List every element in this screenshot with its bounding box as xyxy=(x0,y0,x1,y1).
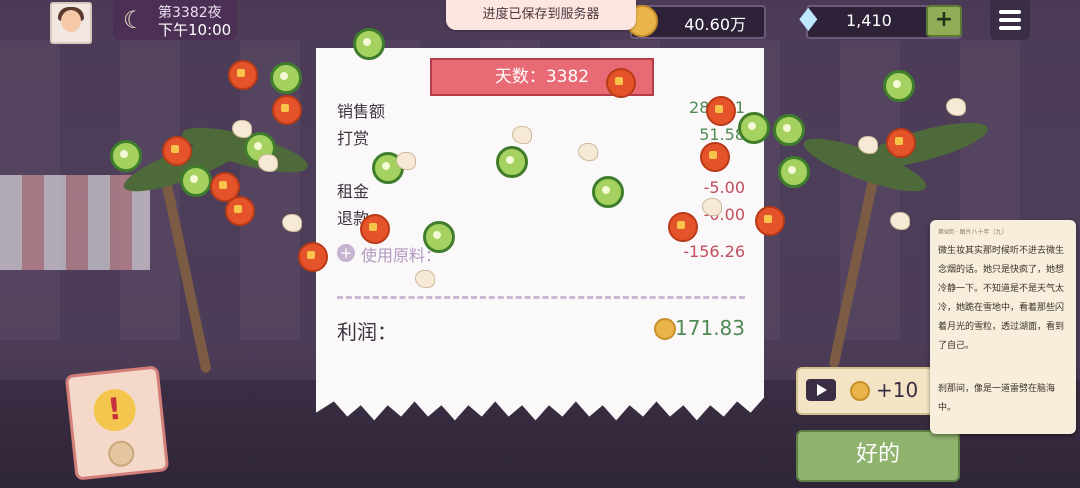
pepper-slice xyxy=(738,112,770,144)
tomato-slice xyxy=(272,95,302,125)
profit-value: 171.83 xyxy=(675,316,745,340)
coin-balance: 40.60万 xyxy=(626,5,766,39)
garlic-clove xyxy=(858,136,878,154)
tips-label: 打赏 xyxy=(337,129,370,148)
alert-card[interactable]: ! xyxy=(64,365,170,481)
garlic-clove xyxy=(396,152,416,170)
story-header: 第9回 · 图片八十年（九） xyxy=(938,229,1008,236)
tomato-slice xyxy=(228,60,258,90)
tips-row: 打赏 51.58 xyxy=(337,125,745,148)
add-gems-button[interactable]: + xyxy=(926,5,962,37)
garlic-clove xyxy=(258,154,278,172)
garlic-clove xyxy=(946,98,966,116)
tomato-slice xyxy=(706,96,736,126)
pepper-slice xyxy=(270,62,302,94)
tomato-slice xyxy=(225,196,255,226)
avatar-face xyxy=(61,10,81,32)
expand-plus-icon[interactable]: + xyxy=(337,244,355,262)
play-video-icon xyxy=(806,379,836,401)
garlic-clove xyxy=(890,212,910,230)
pepper-slice xyxy=(883,70,915,102)
moon-icon: ☾ xyxy=(123,6,145,34)
menu-icon-bar xyxy=(999,10,1021,14)
game-time: 下午10:00 xyxy=(158,21,232,39)
menu-icon-bar xyxy=(999,18,1021,22)
profit-label: 利润： xyxy=(337,320,397,344)
pepper-slice xyxy=(353,28,385,60)
receipt-divider xyxy=(337,296,745,299)
pepper-slice xyxy=(592,176,624,208)
tomato-slice xyxy=(360,214,390,244)
rent-value: -5.00 xyxy=(703,178,745,197)
coin-icon xyxy=(850,381,870,401)
menu-button[interactable] xyxy=(990,0,1030,40)
menu-icon-bar xyxy=(999,26,1021,30)
garlic-clove xyxy=(578,143,598,161)
card-knob xyxy=(106,439,136,469)
pepper-slice xyxy=(496,146,528,178)
rent-label: 租金 xyxy=(337,182,370,201)
ingredients-value: -156.26 xyxy=(683,242,745,261)
pepper-slice xyxy=(773,114,805,146)
coin-icon xyxy=(654,318,676,340)
player-avatar[interactable] xyxy=(50,2,92,44)
garlic-clove xyxy=(282,214,302,232)
pepper-slice xyxy=(110,140,142,172)
tomato-slice xyxy=(886,128,916,158)
tomato-slice xyxy=(606,68,636,98)
tomato-slice xyxy=(162,136,192,166)
ad-reward-amount: +10 xyxy=(876,378,919,402)
garlic-clove xyxy=(512,126,532,144)
garlic-clove xyxy=(232,120,252,138)
coin-amount: 40.60万 xyxy=(684,15,746,34)
watch-ad-button[interactable]: +10 xyxy=(796,367,934,415)
ok-button[interactable]: 好的 xyxy=(796,430,960,482)
story-paragraph: 微生妆其实那时候听不进去微生念烟的话。她只是快疯了，她想冷静一下。不知道是不是天… xyxy=(938,246,1065,351)
night-counter: ☾ 第3382夜 下午10:00 xyxy=(113,0,237,40)
garlic-clove xyxy=(415,270,435,288)
exclamation-icon: ! xyxy=(91,387,138,434)
story-panel[interactable]: 第9回 · 图片八十年（九） 微生妆其实那时候听不进去微生念烟的话。她只是快疯了… xyxy=(930,220,1076,434)
ingredients-row[interactable]: + 使用原料： -156.26 xyxy=(337,242,745,265)
tomato-slice xyxy=(298,242,328,272)
garlic-clove xyxy=(702,198,722,216)
tomato-slice xyxy=(700,142,730,172)
diamond-icon: ♦ xyxy=(794,1,823,39)
save-toast: 进度已保存到服务器 xyxy=(446,0,636,30)
rent-row: 租金 -5.00 xyxy=(337,178,745,201)
story-paragraph: 刹那间，像是一道雷劈在脑海中。 xyxy=(938,384,1056,413)
tomato-slice xyxy=(755,206,785,236)
pepper-slice xyxy=(423,221,455,253)
sales-label: 销售额 xyxy=(337,102,386,121)
pepper-slice xyxy=(180,165,212,197)
gem-amount: 1,410 xyxy=(846,11,892,30)
pepper-slice xyxy=(778,156,810,188)
sales-row: 销售额 281.51 xyxy=(337,98,745,121)
tomato-slice xyxy=(668,212,698,242)
